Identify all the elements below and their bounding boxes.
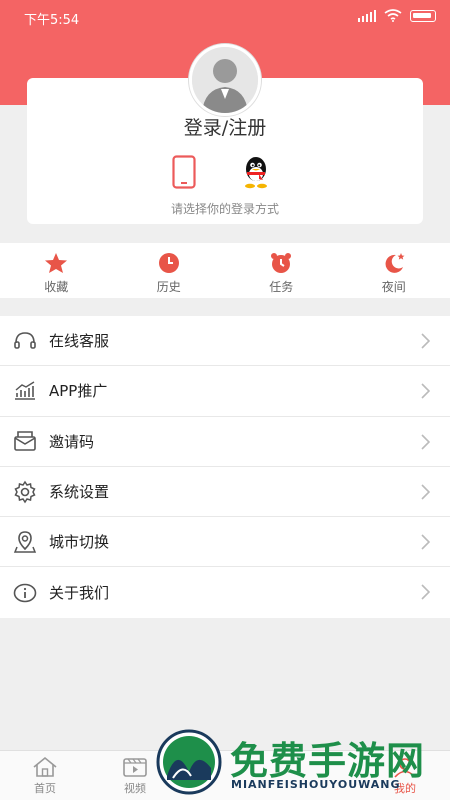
info-icon	[13, 583, 37, 602]
status-bar: 下午5:54	[0, 0, 450, 34]
quick-item-night-mode[interactable]: 夜间	[338, 243, 450, 298]
menu-item-city-switch[interactable]: 城市切换	[0, 517, 450, 568]
clock-icon	[158, 253, 179, 273]
quick-item-label: 收藏	[44, 280, 69, 294]
chevron-right-icon	[421, 333, 430, 349]
menu-list: 在线客服 APP推广 邀请码 系统设置 城市切换 关于我们	[0, 316, 450, 618]
location-icon	[13, 531, 37, 553]
watermark-title: 免费手游网	[230, 738, 426, 783]
status-icons	[358, 9, 436, 22]
login-methods	[170, 155, 280, 191]
signal-icon	[358, 9, 376, 22]
chevron-right-icon	[421, 584, 430, 601]
menu-item-label: 系统设置	[49, 483, 110, 502]
chevron-right-icon	[421, 383, 430, 399]
home-icon	[33, 756, 57, 777]
phone-icon[interactable]	[172, 155, 196, 189]
login-hint: 请选择你的登录方式	[170, 202, 279, 216]
login-register-link[interactable]: 登录/注册	[0, 113, 450, 140]
headset-icon	[14, 331, 36, 349]
menu-item-label: 关于我们	[49, 584, 110, 603]
avatar[interactable]	[189, 44, 261, 116]
menu-item-label: 邀请码	[49, 432, 95, 451]
tab-label: 首页	[34, 782, 56, 795]
battery-icon	[410, 9, 436, 22]
chevron-right-icon	[421, 484, 430, 500]
video-icon	[123, 758, 147, 777]
gear-icon	[14, 480, 36, 503]
menu-item-label: 在线客服	[49, 332, 110, 351]
menu-item-label: APP推广	[49, 382, 108, 401]
chevron-right-icon	[421, 434, 430, 450]
menu-item-online-service[interactable]: 在线客服	[0, 316, 450, 367]
watermark-subtitle: MIANFEISHOUYOUWANG	[231, 778, 401, 791]
moon-icon	[385, 253, 405, 273]
status-time: 下午5:54	[24, 13, 80, 28]
alarm-icon	[271, 253, 292, 273]
quick-item-label: 任务	[269, 280, 294, 294]
default-avatar-icon	[192, 47, 258, 113]
quick-actions: 收藏 历史 任务 夜间	[0, 243, 450, 298]
quick-item-history[interactable]: 历史	[113, 243, 226, 298]
watermark: 免费手游网 MIANFEISHOUYOUWANG	[155, 728, 445, 798]
tab-label: 视频	[124, 782, 146, 795]
quick-item-label: 历史	[156, 280, 181, 294]
star-icon	[45, 253, 68, 273]
menu-item-label: 城市切换	[49, 533, 110, 552]
menu-item-invite-code[interactable]: 邀请码	[0, 417, 450, 467]
menu-item-app-promotion[interactable]: APP推广	[0, 366, 450, 417]
wifi-icon	[384, 9, 402, 22]
menu-item-system-settings[interactable]: 系统设置	[0, 467, 450, 518]
chevron-right-icon	[421, 534, 430, 550]
quick-item-favorites[interactable]: 收藏	[0, 243, 113, 298]
tab-home[interactable]: 首页	[0, 751, 90, 800]
menu-item-about-us[interactable]: 关于我们	[0, 567, 450, 617]
qq-icon[interactable]	[240, 155, 272, 189]
chart-icon	[15, 381, 35, 400]
quick-item-label: 夜间	[381, 280, 406, 294]
envelope-icon	[14, 431, 36, 452]
watermark-logo-icon	[156, 729, 222, 795]
quick-item-tasks[interactable]: 任务	[225, 243, 338, 298]
